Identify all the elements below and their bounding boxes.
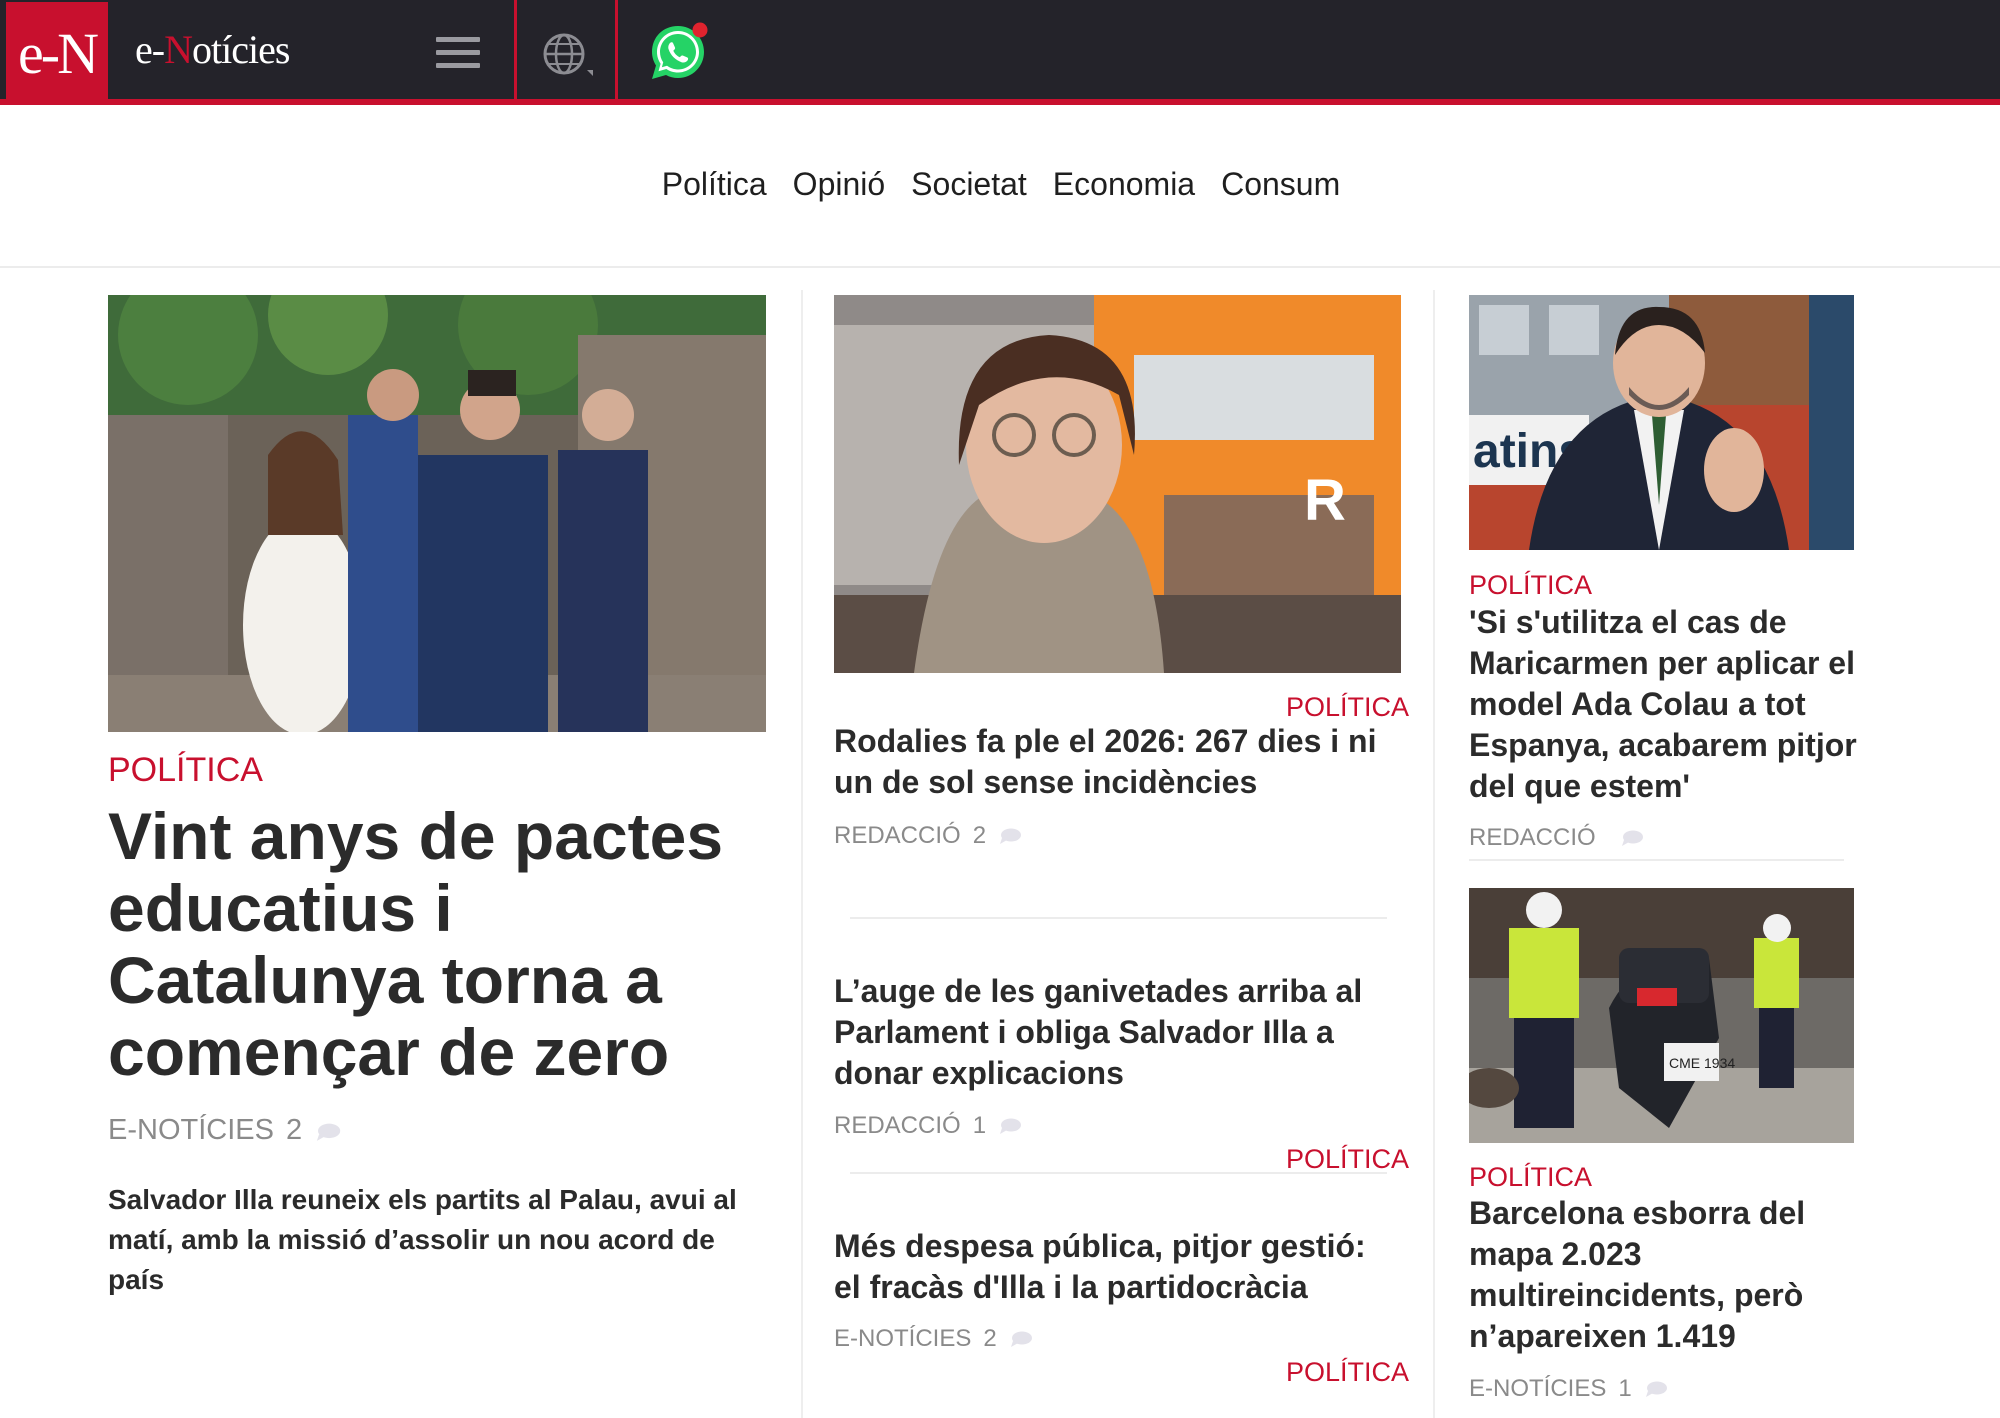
- article-category[interactable]: POLÍTICA: [1469, 570, 1592, 601]
- article-divider: [1469, 859, 1844, 861]
- article-comment-count[interactable]: 1: [1618, 1375, 1631, 1403]
- svg-text:R: R: [1304, 468, 1346, 533]
- comment-bubble-icon[interactable]: [1009, 1330, 1033, 1348]
- comment-bubble-icon[interactable]: [998, 827, 1022, 845]
- whatsapp-icon[interactable]: [644, 18, 712, 86]
- article-category[interactable]: POLÍTICA: [1286, 1144, 1409, 1175]
- article-headline[interactable]: Barcelona esborra del mapa 2.023 multire…: [1469, 1193, 1859, 1357]
- nav-item-politica[interactable]: Política: [660, 166, 767, 203]
- notification-dot: [692, 22, 708, 38]
- hamburger-menu-icon[interactable]: [418, 20, 498, 84]
- comment-bubble-icon[interactable]: [998, 1117, 1022, 1135]
- nav-item-opinio[interactable]: Opinió: [791, 166, 886, 203]
- article-category[interactable]: POLÍTICA: [1469, 1162, 1592, 1193]
- article-headline[interactable]: Més despesa pública, pitjor gestió: el f…: [834, 1226, 1401, 1308]
- site-logo[interactable]: e-N: [6, 2, 108, 105]
- article-meta: REDACCIÓ: [1469, 824, 1644, 852]
- article-comment-count[interactable]: 2: [973, 822, 986, 850]
- top-bar: e-N e-Notícies: [0, 0, 2000, 105]
- nav-item-consum[interactable]: Consum: [1219, 166, 1340, 203]
- article-author[interactable]: REDACCIÓ: [834, 822, 961, 850]
- nav-divider: [0, 266, 2000, 268]
- globe-icon[interactable]: [535, 28, 597, 82]
- article-divider: [850, 917, 1387, 919]
- article-author[interactable]: E-NOTÍCIES: [1469, 1375, 1606, 1403]
- article-meta: REDACCIÓ 1: [834, 1112, 1022, 1140]
- lead-author[interactable]: E-NOTÍCIES: [108, 1114, 274, 1147]
- lead-comment-count[interactable]: 2: [286, 1114, 302, 1147]
- lead-meta: E-NOTÍCIES 2: [108, 1114, 341, 1147]
- article-author[interactable]: REDACCIÓ: [834, 1112, 961, 1140]
- svg-text:CME 1934: CME 1934: [1669, 1055, 1735, 1071]
- comment-bubble-icon[interactable]: [314, 1122, 341, 1141]
- toolbar-divider: [615, 0, 618, 105]
- article-comment-count[interactable]: 1: [973, 1112, 986, 1140]
- nav-item-societat[interactable]: Societat: [909, 166, 1027, 203]
- menu-bar: [436, 36, 480, 42]
- article-category[interactable]: POLÍTICA: [1286, 692, 1409, 723]
- lead-headline[interactable]: Vint anys de pactes educatius i Cataluny…: [108, 800, 768, 1088]
- column-divider: [801, 290, 803, 1418]
- article-author[interactable]: REDACCIÓ: [1469, 824, 1596, 852]
- rodalies-article-image[interactable]: R: [834, 295, 1401, 673]
- lead-summary: Salvador Illa reuneix els partits al Pal…: [108, 1184, 737, 1295]
- article-author[interactable]: E-NOTÍCIES: [834, 1325, 971, 1353]
- site-wordmark[interactable]: e-Notícies: [135, 26, 290, 73]
- police-article-image[interactable]: CME 1934: [1469, 888, 1854, 1143]
- interview-article-image[interactable]: atins: [1469, 295, 1854, 550]
- article-comment-count[interactable]: 2: [983, 1325, 996, 1353]
- article-meta: REDACCIÓ 2: [834, 822, 1022, 850]
- wordmark-rest: otícies: [191, 27, 290, 72]
- wordmark-prefix: e-: [135, 27, 165, 72]
- toolbar-divider: [514, 0, 517, 105]
- article-meta: E-NOTÍCIES 2: [834, 1325, 1033, 1353]
- lead-article-image[interactable]: [108, 295, 766, 732]
- section-nav: Política Opinió Societat Economia Consum: [0, 166, 2000, 203]
- article-meta: E-NOTÍCIES 1: [1469, 1375, 1668, 1403]
- article-headline[interactable]: L’auge de les ganivetades arriba al Parl…: [834, 971, 1401, 1094]
- menu-bar: [436, 49, 480, 55]
- lead-category[interactable]: POLÍTICA: [108, 751, 263, 790]
- column-divider: [1433, 290, 1435, 1418]
- comment-bubble-icon[interactable]: [1620, 829, 1644, 847]
- article-headline[interactable]: 'Si s'utilitza el cas de Maricarmen per …: [1469, 602, 1859, 807]
- comment-bubble-icon[interactable]: [1644, 1380, 1668, 1398]
- nav-item-economia[interactable]: Economia: [1051, 166, 1195, 203]
- article-headline[interactable]: Rodalies fa ple el 2026: 267 dies i ni u…: [834, 721, 1401, 803]
- wordmark-n: N: [164, 27, 193, 72]
- menu-bar: [436, 62, 480, 68]
- logo-mark: e-N: [18, 20, 99, 86]
- article-category[interactable]: POLÍTICA: [1286, 1357, 1409, 1388]
